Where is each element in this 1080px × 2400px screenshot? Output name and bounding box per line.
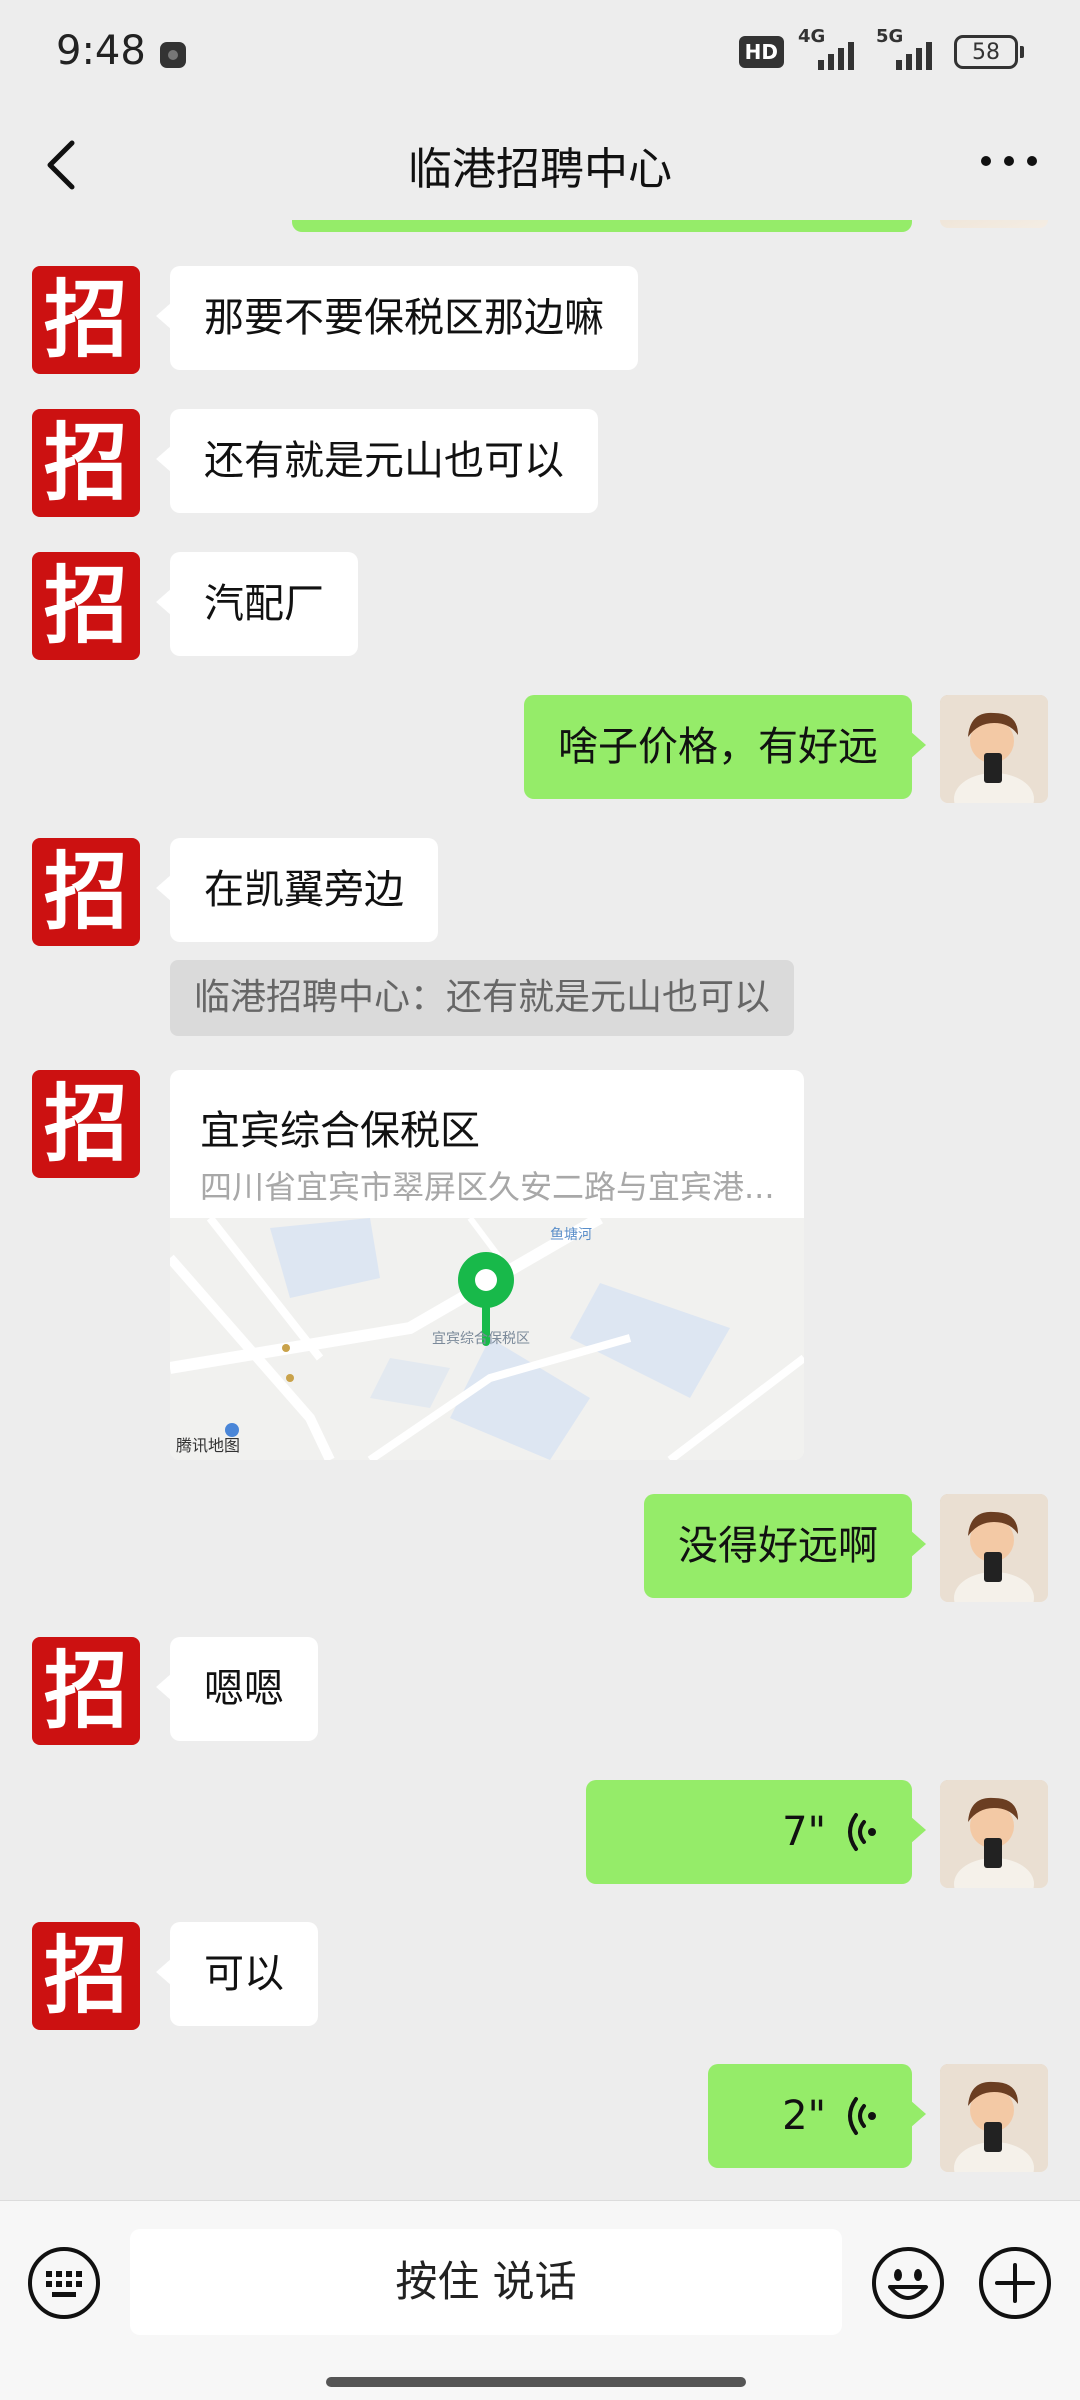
message-bubble[interactable]: 嗯嗯 <box>156 1637 318 1741</box>
avatar-self-image <box>940 1780 1048 1888</box>
avatar-contact[interactable]: 招 <box>32 1070 140 1178</box>
signal-5g-icon: 5G <box>876 26 940 72</box>
chat-header: 临港招聘中心 <box>0 105 1080 220</box>
avatar-contact-label: 招 <box>43 1074 128 1173</box>
avatar-contact-label: 招 <box>43 413 128 512</box>
page-title: 临港招聘中心 <box>408 144 672 195</box>
avatar-self[interactable] <box>940 1780 1048 1888</box>
avatar-self[interactable] <box>940 2064 1048 2172</box>
message-bubble-self[interactable]: 没得好远啊 <box>644 1494 926 1598</box>
avatar-self[interactable] <box>940 220 1048 228</box>
keyboard-icon[interactable] <box>26 2245 102 2321</box>
avatar-self[interactable] <box>940 1494 1048 1602</box>
avatar-contact[interactable]: 招 <box>32 838 140 946</box>
location-address: 四川省宜宾市翠屏区久安二路与宜宾港... <box>200 1168 775 1206</box>
more-icon[interactable] <box>974 141 1044 181</box>
avatar-contact-label: 招 <box>43 842 128 941</box>
location-title: 宜宾综合保税区 <box>200 1108 480 1154</box>
voice-wave-icon <box>848 1813 876 1851</box>
battery-icon: 58 <box>954 35 1024 69</box>
emoji-icon[interactable] <box>870 2245 946 2321</box>
map-credit: 腾讯地图 <box>176 1436 241 1455</box>
avatar-contact-label: 招 <box>43 270 128 369</box>
partial-bubble-right <box>292 220 912 232</box>
message-bubble[interactable]: 那要不要保税区那边嘛 <box>156 266 638 370</box>
map-label-river: 鱼塘河 <box>550 1227 592 1243</box>
voice-duration: 7" <box>782 1809 826 1855</box>
voice-wave-icon <box>848 2097 876 2135</box>
signal-4g-icon: 4G <box>798 26 862 72</box>
voice-message[interactable]: 7" <box>586 1780 926 1884</box>
plus-icon[interactable] <box>977 2245 1053 2321</box>
home-indicator[interactable] <box>326 2377 746 2387</box>
voice-message[interactable]: 2" <box>708 2064 926 2168</box>
avatar-contact-label: 招 <box>43 1641 128 1740</box>
avatar-contact[interactable]: 招 <box>32 552 140 660</box>
location-map[interactable]: 鱼塘河 宜宾综合保税区 腾讯地图 <box>170 1212 804 1460</box>
avatar-contact-label: 招 <box>43 1926 128 2025</box>
message-list[interactable]: 招 那要不要保税区那边嘛 招 还有就是元山也可以 招 汽配厂 啥子价格，有好远 … <box>0 220 1080 2200</box>
battery-level: 58 <box>954 35 1018 69</box>
avatar-contact[interactable]: 招 <box>32 1637 140 1745</box>
avatar-self-image <box>940 695 1048 803</box>
avatar-contact[interactable]: 招 <box>32 409 140 517</box>
hold-to-talk-button[interactable]: 按住 说话 <box>130 2229 842 2335</box>
map-label-place: 宜宾综合保税区 <box>432 1331 530 1347</box>
app-notification-icon <box>160 42 186 68</box>
status-time: 9:48 <box>56 28 146 74</box>
avatar-self[interactable] <box>940 695 1048 803</box>
hd-badge: HD <box>738 36 784 68</box>
avatar-contact[interactable]: 招 <box>32 266 140 374</box>
message-bubble[interactable]: 在凯翼旁边 <box>156 838 438 942</box>
status-indicators: HD 4G 5G 58 <box>738 26 1024 72</box>
location-card[interactable]: 宜宾综合保税区 四川省宜宾市翠屏区久安二路与宜宾港... 鱼塘河 宜宾综合保税区… <box>170 1070 804 1460</box>
status-bar: 9:48 HD 4G 5G 58 <box>0 0 1080 105</box>
avatar-contact-label: 招 <box>43 556 128 655</box>
voice-duration: 2" <box>782 2093 826 2139</box>
avatar-self-image <box>940 1494 1048 1602</box>
message-bubble[interactable]: 汽配厂 <box>156 552 358 656</box>
avatar-contact[interactable]: 招 <box>32 1922 140 2030</box>
avatar-self-image <box>940 2064 1048 2172</box>
input-bar: 按住 说话 <box>0 2200 1080 2400</box>
message-bubble-self[interactable]: 啥子价格，有好远 <box>524 695 926 799</box>
message-bubble[interactable]: 还有就是元山也可以 <box>156 409 598 513</box>
quoted-reply[interactable]: 临港招聘中心：还有就是元山也可以 <box>170 960 795 1036</box>
message-bubble[interactable]: 可以 <box>156 1922 318 2026</box>
